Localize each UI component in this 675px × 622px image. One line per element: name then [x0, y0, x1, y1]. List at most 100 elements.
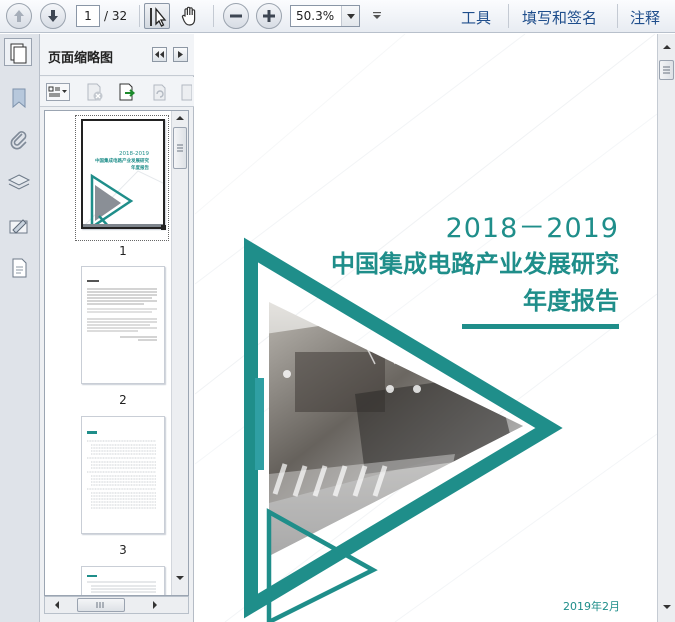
next-page-button[interactable] [40, 3, 66, 29]
signatures-nav-button[interactable] [7, 215, 31, 239]
document-scroll-thumb[interactable] [659, 60, 674, 80]
comment-menu[interactable]: 注释 [630, 7, 660, 28]
thumbnail-vertical-scrollbar[interactable] [171, 111, 188, 595]
page-thumbnail-3[interactable] [81, 416, 165, 534]
zoom-dropdown-button[interactable] [341, 6, 359, 26]
arrow-up-icon [14, 10, 24, 22]
chevron-down-icon [663, 605, 671, 609]
document-view[interactable]: 2018－2019 中国集成电路产业发展研究 年度报告 2019年2月 [195, 34, 657, 622]
main-toolbar: 1 / 32 50.3% 工具 填写和签名 注释 [0, 0, 675, 33]
thumbnail-list[interactable]: 2018-2019 中国集成电路产业发展研究 年度报告 1 2 3 [44, 110, 189, 596]
scroll-left-button[interactable] [51, 599, 63, 611]
select-tool-button[interactable] [144, 3, 170, 29]
delete-page-icon [87, 83, 103, 101]
thumbnails-nav-button[interactable] [4, 38, 32, 66]
report-date: 2019年2月 [563, 600, 620, 613]
page-thumbnail-2[interactable] [81, 266, 165, 384]
toolbar-separator [139, 5, 140, 27]
page-thumbnails-icon [10, 43, 27, 64]
page-thumbnail-1[interactable]: 2018-2019 中国集成电路产业发展研究 年度报告 [81, 119, 166, 230]
double-chevron-left-icon [155, 51, 164, 58]
toolbar-options-button[interactable] [370, 9, 384, 23]
zoom-out-icon [230, 14, 242, 18]
contents-page-thumbnail-image [87, 575, 156, 593]
previous-page-button[interactable] [6, 3, 32, 29]
zoom-in-button[interactable] [256, 3, 282, 29]
thumbnail-panel-header: 页面缩略图 [40, 34, 194, 76]
text-page-thumbnail-image [87, 280, 157, 341]
layers-icon [7, 174, 31, 190]
extract-page-icon [119, 83, 136, 101]
thumbnail-panel-title: 页面缩略图 [48, 51, 114, 66]
delete-pages-button[interactable] [84, 82, 106, 102]
navigation-rail [0, 34, 40, 622]
select-tool-icon [150, 7, 167, 27]
attachment-icon [10, 131, 27, 150]
rotate-pages-button[interactable] [148, 82, 170, 102]
chevron-right-icon [153, 601, 157, 609]
chevron-down-icon [176, 576, 184, 580]
chevron-down-icon [347, 14, 355, 19]
extract-pages-button[interactable] [116, 82, 138, 102]
horizontal-scroll-thumb[interactable] [77, 598, 125, 612]
page-thumbnail-4[interactable] [81, 566, 165, 595]
thumbnail-scroll-thumb[interactable] [173, 127, 187, 169]
scroll-up-button[interactable] [173, 111, 187, 125]
toolbar-separator [617, 4, 618, 28]
page-icon [12, 258, 27, 278]
contents-page-thumbnail-image [87, 431, 156, 509]
thumbnail-toolbar [40, 77, 194, 107]
thumbnail-options-button[interactable] [46, 83, 70, 101]
attachments-nav-button[interactable] [7, 128, 31, 152]
page-total-label: / 32 [104, 9, 128, 23]
scroll-down-button[interactable] [173, 571, 187, 585]
hand-tool-icon [181, 6, 196, 26]
layers-nav-button[interactable] [7, 171, 31, 195]
svg-text:年度报告: 年度报告 [131, 164, 149, 171]
bookmarks-nav-button[interactable] [7, 86, 31, 110]
grip-icon [96, 602, 104, 608]
thumbnail-resize-handle[interactable] [161, 225, 166, 230]
report-subtitle: 年度报告 [523, 287, 619, 315]
page-number-input[interactable]: 1 [76, 5, 100, 27]
collapse-panel-button[interactable] [152, 47, 167, 62]
thumbnail-horizontal-scrollbar[interactable] [44, 596, 189, 614]
page-thumbnail-number: 3 [119, 543, 127, 557]
page-icon [181, 84, 193, 101]
fill-and-sign-menu[interactable]: 填写和签名 [522, 7, 597, 28]
toolbar-separator [508, 4, 509, 28]
scroll-down-button[interactable] [660, 600, 674, 614]
grip-icon [177, 144, 183, 152]
hand-tool-button[interactable] [177, 3, 203, 29]
scroll-right-button[interactable] [149, 599, 161, 611]
svg-text:2018-2019: 2018-2019 [119, 151, 149, 157]
bookmark-icon [12, 88, 26, 109]
tools-menu[interactable]: 工具 [461, 7, 491, 28]
chevron-right-icon [178, 51, 183, 58]
page-thumbnail-number: 2 [119, 393, 127, 407]
svg-text:中国集成电路产业发展研究: 中国集成电路产业发展研究 [95, 157, 149, 164]
zoom-out-button[interactable] [223, 3, 249, 29]
grip-icon [663, 66, 670, 74]
report-year: 2018－2019 [445, 213, 619, 244]
toolbar-separator [213, 5, 214, 27]
cover-thumbnail-image: 2018-2019 中国集成电路产业发展研究 年度报告 [82, 121, 164, 230]
chevron-up-icon [176, 116, 184, 120]
report-title: 中国集成电路产业发展研究 [331, 250, 619, 278]
zoom-value: 50.3% [296, 9, 335, 23]
scroll-up-button[interactable] [660, 40, 674, 54]
zoom-in-icon [263, 10, 275, 22]
rotate-page-icon [153, 84, 166, 101]
chevron-down-icon [373, 12, 381, 19]
chevron-up-icon [663, 45, 671, 49]
arrow-down-icon [48, 10, 58, 22]
page-thumbnail-number: 1 [119, 244, 127, 258]
thumbnail-panel: 页面缩略图 2018-2019 中国集成电路产业发展研究 年度报告 1 2 3 [40, 34, 194, 622]
panel-options-button[interactable] [173, 47, 188, 62]
content-nav-button[interactable] [7, 256, 31, 280]
more-tools-button[interactable] [178, 82, 193, 102]
list-options-icon [48, 86, 67, 97]
zoom-select[interactable]: 50.3% [290, 5, 360, 27]
cover-artwork [195, 34, 657, 622]
document-vertical-scrollbar[interactable] [657, 34, 675, 622]
